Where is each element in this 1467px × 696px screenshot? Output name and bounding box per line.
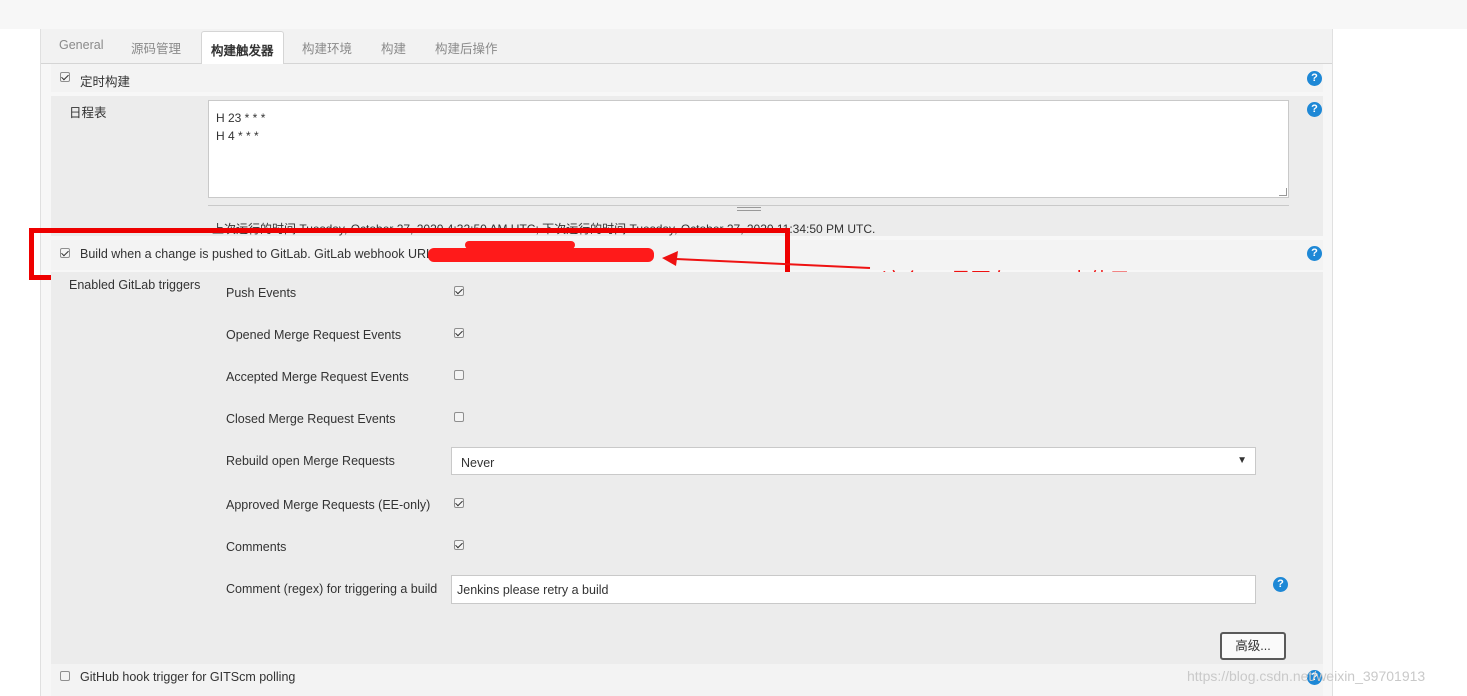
tab-source-control[interactable]: 源码管理 bbox=[131, 38, 181, 57]
github-hook-label: GitHub hook trigger for GITScm polling bbox=[80, 670, 296, 684]
config-tabs: General 源码管理 构建触发器 构建环境 构建 构建后操作 bbox=[41, 29, 1332, 65]
help-icon[interactable]: ? bbox=[1307, 102, 1322, 117]
advanced-button[interactable]: 高级... bbox=[1220, 632, 1286, 660]
approved-mr-label: Approved Merge Requests (EE-only) bbox=[226, 498, 431, 512]
drag-handle-icon[interactable] bbox=[737, 207, 761, 211]
help-icon[interactable]: ? bbox=[1307, 246, 1322, 261]
tab-general[interactable]: General bbox=[59, 38, 103, 52]
enabled-triggers-label: Enabled GitLab triggers bbox=[69, 278, 201, 292]
tab-build-triggers[interactable]: 构建触发器 bbox=[201, 31, 284, 65]
approved-mr-checkbox[interactable] bbox=[454, 498, 464, 508]
tab-build-environment[interactable]: 构建环境 bbox=[302, 38, 352, 57]
github-hook-checkbox[interactable] bbox=[60, 671, 70, 681]
build-periodically-row bbox=[51, 64, 1323, 92]
tab-build[interactable]: 构建 bbox=[381, 38, 406, 57]
push-events-checkbox[interactable] bbox=[454, 286, 464, 296]
opened-mr-events-checkbox[interactable] bbox=[454, 328, 464, 338]
comments-label: Comments bbox=[226, 540, 287, 554]
schedule-textarea[interactable]: H 23 * * * H 4 * * * bbox=[208, 100, 1289, 198]
comment-regex-input[interactable]: Jenkins please retry a build bbox=[451, 575, 1256, 604]
build-periodically-checkbox[interactable] bbox=[60, 72, 70, 82]
schedule-label: 日程表 bbox=[69, 106, 107, 120]
event-label: Push Events bbox=[226, 286, 297, 300]
rebuild-mr-label: Rebuild open Merge Requests bbox=[226, 454, 395, 468]
build-periodically-label: 定时构建 bbox=[80, 75, 131, 89]
top-bar bbox=[0, 0, 1467, 29]
event-label: Closed Merge Request Events bbox=[226, 412, 396, 426]
chevron-down-icon: ▼ bbox=[1237, 455, 1247, 466]
help-icon[interactable]: ? bbox=[1307, 71, 1322, 86]
resize-grip-icon[interactable] bbox=[1279, 188, 1287, 196]
event-label: Opened Merge Request Events bbox=[226, 328, 402, 342]
closed-mr-events-checkbox[interactable] bbox=[454, 412, 464, 422]
rebuild-mr-select[interactable]: Never ▼ bbox=[451, 447, 1256, 475]
watermark: https://blog.csdn.net/weixin_39701913 bbox=[1187, 668, 1426, 684]
comment-regex-label: Comment (regex) for triggering a build bbox=[226, 582, 438, 596]
accepted-mr-events-checkbox[interactable] bbox=[454, 370, 464, 380]
tab-post-build[interactable]: 构建后操作 bbox=[435, 38, 498, 57]
comments-checkbox[interactable] bbox=[454, 540, 464, 550]
event-label: Accepted Merge Request Events bbox=[226, 370, 409, 384]
help-icon[interactable]: ? bbox=[1273, 577, 1288, 592]
rebuild-mr-value: Never bbox=[461, 456, 495, 470]
